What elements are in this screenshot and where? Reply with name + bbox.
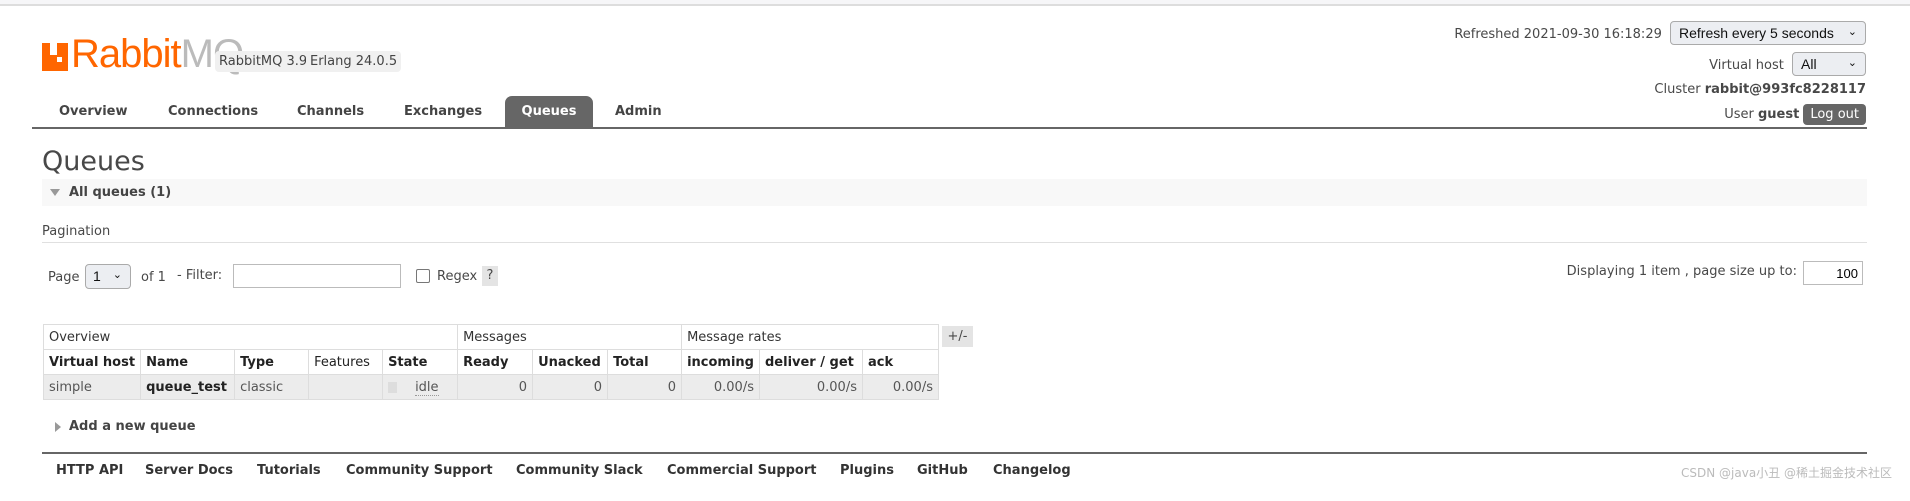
- pagination-title: Pagination: [42, 224, 111, 239]
- tab-overview[interactable]: Overview: [44, 96, 143, 128]
- tab-queues[interactable]: Queues: [505, 96, 593, 128]
- column-toggle-button[interactable]: +/-: [942, 326, 973, 347]
- queues-table: Overview Messages Message rates Virtual …: [42, 324, 939, 400]
- regex-label: Regex: [437, 269, 478, 284]
- footer-link-http-api[interactable]: HTTP API: [56, 463, 123, 478]
- nav-divider: [32, 127, 1867, 129]
- footer-link-commercial-support[interactable]: Commercial Support: [667, 463, 817, 478]
- user-info: User guest Log out: [1724, 104, 1866, 125]
- vhost-select[interactable]: All ⌄: [1792, 52, 1866, 76]
- cell-ack: 0.00/s: [861, 374, 939, 400]
- all-queues-section-toggle[interactable]: All queues (1): [42, 179, 1867, 206]
- displaying-count: Displaying 1 item , page size up to:: [1566, 264, 1797, 279]
- page-title: Queues: [42, 146, 145, 177]
- state-indicator-icon: [388, 381, 398, 393]
- tab-channels[interactable]: Channels: [282, 96, 379, 128]
- col-type[interactable]: Type: [234, 349, 310, 375]
- refresh-interval-select[interactable]: Refresh every 5 seconds ⌄: [1670, 21, 1866, 45]
- page-label: Page: [48, 270, 80, 285]
- regex-checkbox[interactable]: [416, 269, 430, 283]
- pagination-divider: [42, 242, 1867, 243]
- add-queue-section-toggle[interactable]: Add a new queue: [55, 419, 196, 434]
- vhost-label: Virtual host: [1709, 58, 1784, 73]
- table-group-header: Overview Messages Message rates: [42, 324, 939, 350]
- col-features: Features: [308, 349, 384, 375]
- col-total[interactable]: Total: [607, 349, 683, 375]
- chevron-down-icon: ⌄: [112, 269, 122, 281]
- cell-state: idle: [382, 374, 459, 400]
- page-select[interactable]: 1 ⌄: [85, 264, 131, 289]
- cell-features: [308, 374, 384, 400]
- cluster-name: rabbit@993fc8228117: [1704, 82, 1866, 97]
- col-incoming[interactable]: incoming: [681, 349, 760, 375]
- chevron-down-icon: ⌄: [1847, 57, 1857, 69]
- cell-total: 0: [607, 374, 683, 400]
- refresh-row: Refreshed 2021-09-30 16:18:29 Refresh ev…: [1454, 21, 1866, 45]
- tab-admin[interactable]: Admin: [600, 96, 677, 128]
- cell-deliver-get: 0.00/s: [758, 374, 863, 400]
- col-deliver-get[interactable]: deliver / get: [758, 349, 863, 375]
- page-count: of 1: [141, 270, 166, 285]
- refreshed-timestamp: Refreshed 2021-09-30 16:18:29: [1454, 27, 1662, 42]
- user-name: guest: [1758, 107, 1800, 122]
- footer-divider: [42, 452, 1867, 454]
- group-messages: Messages: [457, 324, 683, 350]
- page-size-input[interactable]: [1803, 261, 1863, 285]
- cell-type: classic: [234, 374, 310, 400]
- footer-link-plugins[interactable]: Plugins: [840, 463, 894, 478]
- footer-link-community-support[interactable]: Community Support: [346, 463, 493, 478]
- col-ack[interactable]: ack: [861, 349, 939, 375]
- cell-incoming: 0.00/s: [681, 374, 760, 400]
- rabbit-logo-icon: [42, 43, 68, 71]
- filter-label: - Filter:: [177, 268, 223, 283]
- watermark: CSDN @java小丑 @稀土掘金技术社区: [1681, 466, 1892, 480]
- col-state[interactable]: State: [382, 349, 459, 375]
- expand-triangle-icon: [55, 422, 61, 432]
- browser-top-border: [0, 0, 1910, 6]
- col-virtual-host[interactable]: Virtual host: [42, 349, 142, 375]
- group-overview: Overview: [42, 324, 459, 350]
- table-header: Virtual host Name Type Features State Re…: [42, 349, 939, 375]
- filter-input[interactable]: [233, 264, 401, 288]
- tab-exchanges[interactable]: Exchanges: [389, 96, 497, 128]
- cell-ready: 0: [457, 374, 534, 400]
- footer-link-github[interactable]: GitHub: [917, 463, 968, 478]
- cluster-info: Cluster rabbit@993fc8228117: [1654, 82, 1866, 97]
- footer-link-tutorials[interactable]: Tutorials: [257, 463, 321, 478]
- footer-link-changelog[interactable]: Changelog: [993, 463, 1071, 478]
- queue-name-link[interactable]: queue_test: [140, 374, 236, 400]
- col-ready[interactable]: Ready: [457, 349, 534, 375]
- footer-link-server-docs[interactable]: Server Docs: [145, 463, 233, 478]
- table-row[interactable]: simple queue_test classic idle 0 0 0 0.0…: [42, 374, 939, 400]
- cell-vhost: simple: [42, 374, 142, 400]
- group-message-rates: Message rates: [681, 324, 939, 350]
- vhost-row: Virtual host All ⌄: [1709, 52, 1866, 76]
- regex-help-button[interactable]: ?: [482, 266, 498, 286]
- erlang-version-badge: Erlang 24.0.5: [306, 51, 402, 72]
- tab-connections[interactable]: Connections: [153, 96, 273, 128]
- collapse-triangle-icon: [50, 189, 60, 196]
- col-unacked[interactable]: Unacked: [532, 349, 609, 375]
- cell-unacked: 0: [532, 374, 609, 400]
- chevron-down-icon: ⌄: [1847, 26, 1857, 38]
- footer-link-community-slack[interactable]: Community Slack: [516, 463, 643, 478]
- logout-button[interactable]: Log out: [1803, 104, 1866, 125]
- col-name[interactable]: Name: [140, 349, 236, 375]
